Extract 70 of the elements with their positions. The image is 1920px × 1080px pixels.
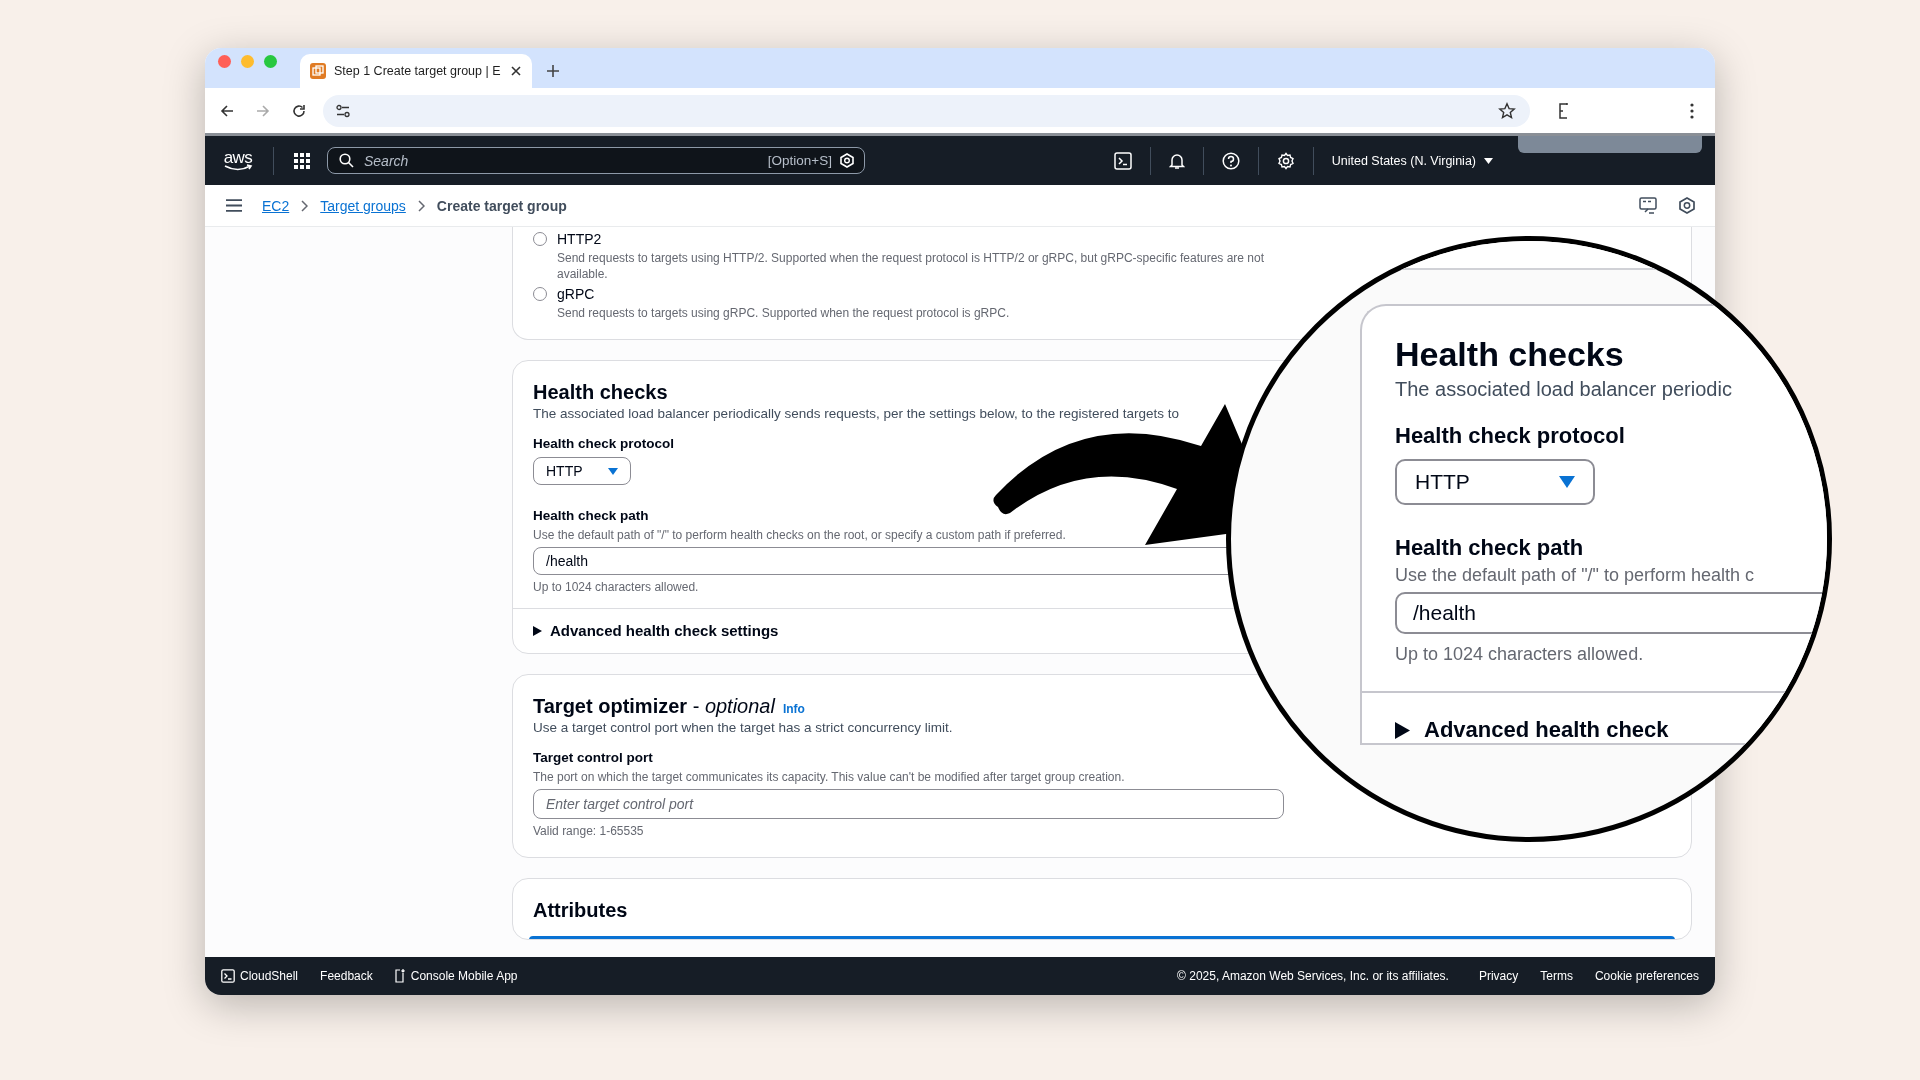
terminal-button[interactable]	[1113, 151, 1132, 170]
breadcrumb-link[interactable]: EC2	[262, 197, 290, 214]
field-hint: Valid range: 1-65535	[533, 823, 644, 839]
browser-menu-button[interactable]	[1690, 102, 1694, 119]
notifications-button[interactable]	[1168, 151, 1185, 170]
footer-link[interactable]: Feedback	[320, 969, 373, 983]
copyright-text: © 2025, Amazon Web Services, Inc. or its affiliates.	[1177, 969, 1449, 983]
caret-icon	[608, 467, 618, 475]
search-bar[interactable]: Search [Option+S]	[327, 147, 865, 174]
field-description: The port on which the target communicates its capacity. This value can't be modified after target group creation.	[533, 769, 1125, 785]
advanced-settings-toggle[interactable]: Advanced health check settings	[533, 622, 779, 639]
favicon-icon	[310, 63, 326, 79]
field-label: Target control port	[533, 749, 653, 767]
field-hint: Up to 1024 characters allowed.	[533, 579, 699, 595]
site-settings-icon[interactable]	[335, 102, 351, 119]
section-description: Use a target control port when the target has a strict concurrency limit.	[533, 719, 953, 737]
section-title: Health checks	[533, 380, 668, 405]
field-label: Health check protocol	[533, 435, 675, 453]
screen-button[interactable]	[1639, 196, 1657, 215]
magnified-description: The associated load balancer periodic	[1395, 378, 1732, 401]
shortcut-hint: [Option+S]	[767, 153, 832, 168]
browser-tab[interactable]: Step 1 Create target group | E	[300, 54, 532, 88]
radio-button[interactable]	[533, 287, 547, 301]
magnified-label: Health check protocol	[1395, 423, 1625, 449]
option-description: Send requests to targets using HTTP/2. Supported when the request protocol is HTTP/2 or gRPC, but gRPC-specific features are not available.	[557, 250, 1265, 282]
caret-icon	[1484, 157, 1493, 164]
search-icon	[339, 153, 354, 168]
region-selector[interactable]: United States (N. Virginia)	[1331, 153, 1493, 168]
field-description: Use the default path of "/" to perform health checks on the root, or specify a custom path if preferred.	[533, 527, 1066, 543]
radio-button[interactable]	[533, 232, 547, 246]
footer-link[interactable]: Terms	[1540, 969, 1573, 983]
close-icon[interactable]	[510, 65, 522, 77]
address-field[interactable]	[323, 94, 1530, 127]
chevron-icon	[301, 199, 309, 212]
footer-link[interactable]: Privacy	[1478, 969, 1519, 983]
section-title: Target optimizer - optional	[533, 694, 775, 719]
magnified-title: Health checks	[1395, 334, 1624, 374]
settings-button[interactable]	[1276, 151, 1295, 170]
magnified-description: Use the default path of "/" to perform health c	[1395, 565, 1754, 586]
search-field[interactable]: Search	[362, 151, 760, 170]
hexagon-icon	[840, 153, 854, 168]
help-button[interactable]	[1221, 151, 1240, 170]
back-button[interactable]	[219, 102, 235, 119]
new-tab-button[interactable]	[546, 64, 560, 78]
field-label: Health check path	[533, 507, 649, 525]
hexagon-button[interactable]	[1679, 197, 1695, 214]
protocol-select[interactable]: HTTP	[533, 457, 631, 485]
footer-link[interactable]: Cookie preferences	[1594, 969, 1699, 983]
menu-button[interactable]	[226, 199, 242, 212]
phone-icon	[394, 969, 406, 983]
section-title: Attributes	[533, 898, 628, 923]
reload-button[interactable]	[291, 102, 307, 119]
terminal-icon	[221, 969, 235, 983]
option-label: gRPC	[557, 286, 596, 303]
footer-link[interactable]: Console Mobile App	[394, 969, 518, 983]
apps-grid-button[interactable]	[294, 152, 310, 169]
aws-logo[interactable]: aws	[221, 149, 255, 172]
magnified-label: Health check path	[1395, 535, 1584, 561]
breadcrumb-link[interactable]: Target groups	[320, 197, 406, 214]
info-link[interactable]: Info	[782, 702, 805, 716]
caret-icon	[1559, 476, 1575, 488]
option-label: HTTP2	[557, 231, 603, 248]
magnified-hint: Up to 1024 characters allowed.	[1395, 644, 1644, 665]
chevron-icon	[417, 199, 425, 212]
breadcrumb-current: Create target group	[436, 197, 567, 214]
magnified-label: Advanced health check	[1424, 717, 1669, 743]
section-description: The associated load balancer periodically sends requests, per the settings below, to the registered targets to	[533, 405, 1180, 423]
option-description: Send requests to targets using gRPC. Supported when the request protocol is gRPC.	[557, 305, 1010, 321]
footer-link[interactable]: CloudShell	[221, 969, 299, 983]
bookmark-star-icon[interactable]	[1498, 101, 1516, 120]
